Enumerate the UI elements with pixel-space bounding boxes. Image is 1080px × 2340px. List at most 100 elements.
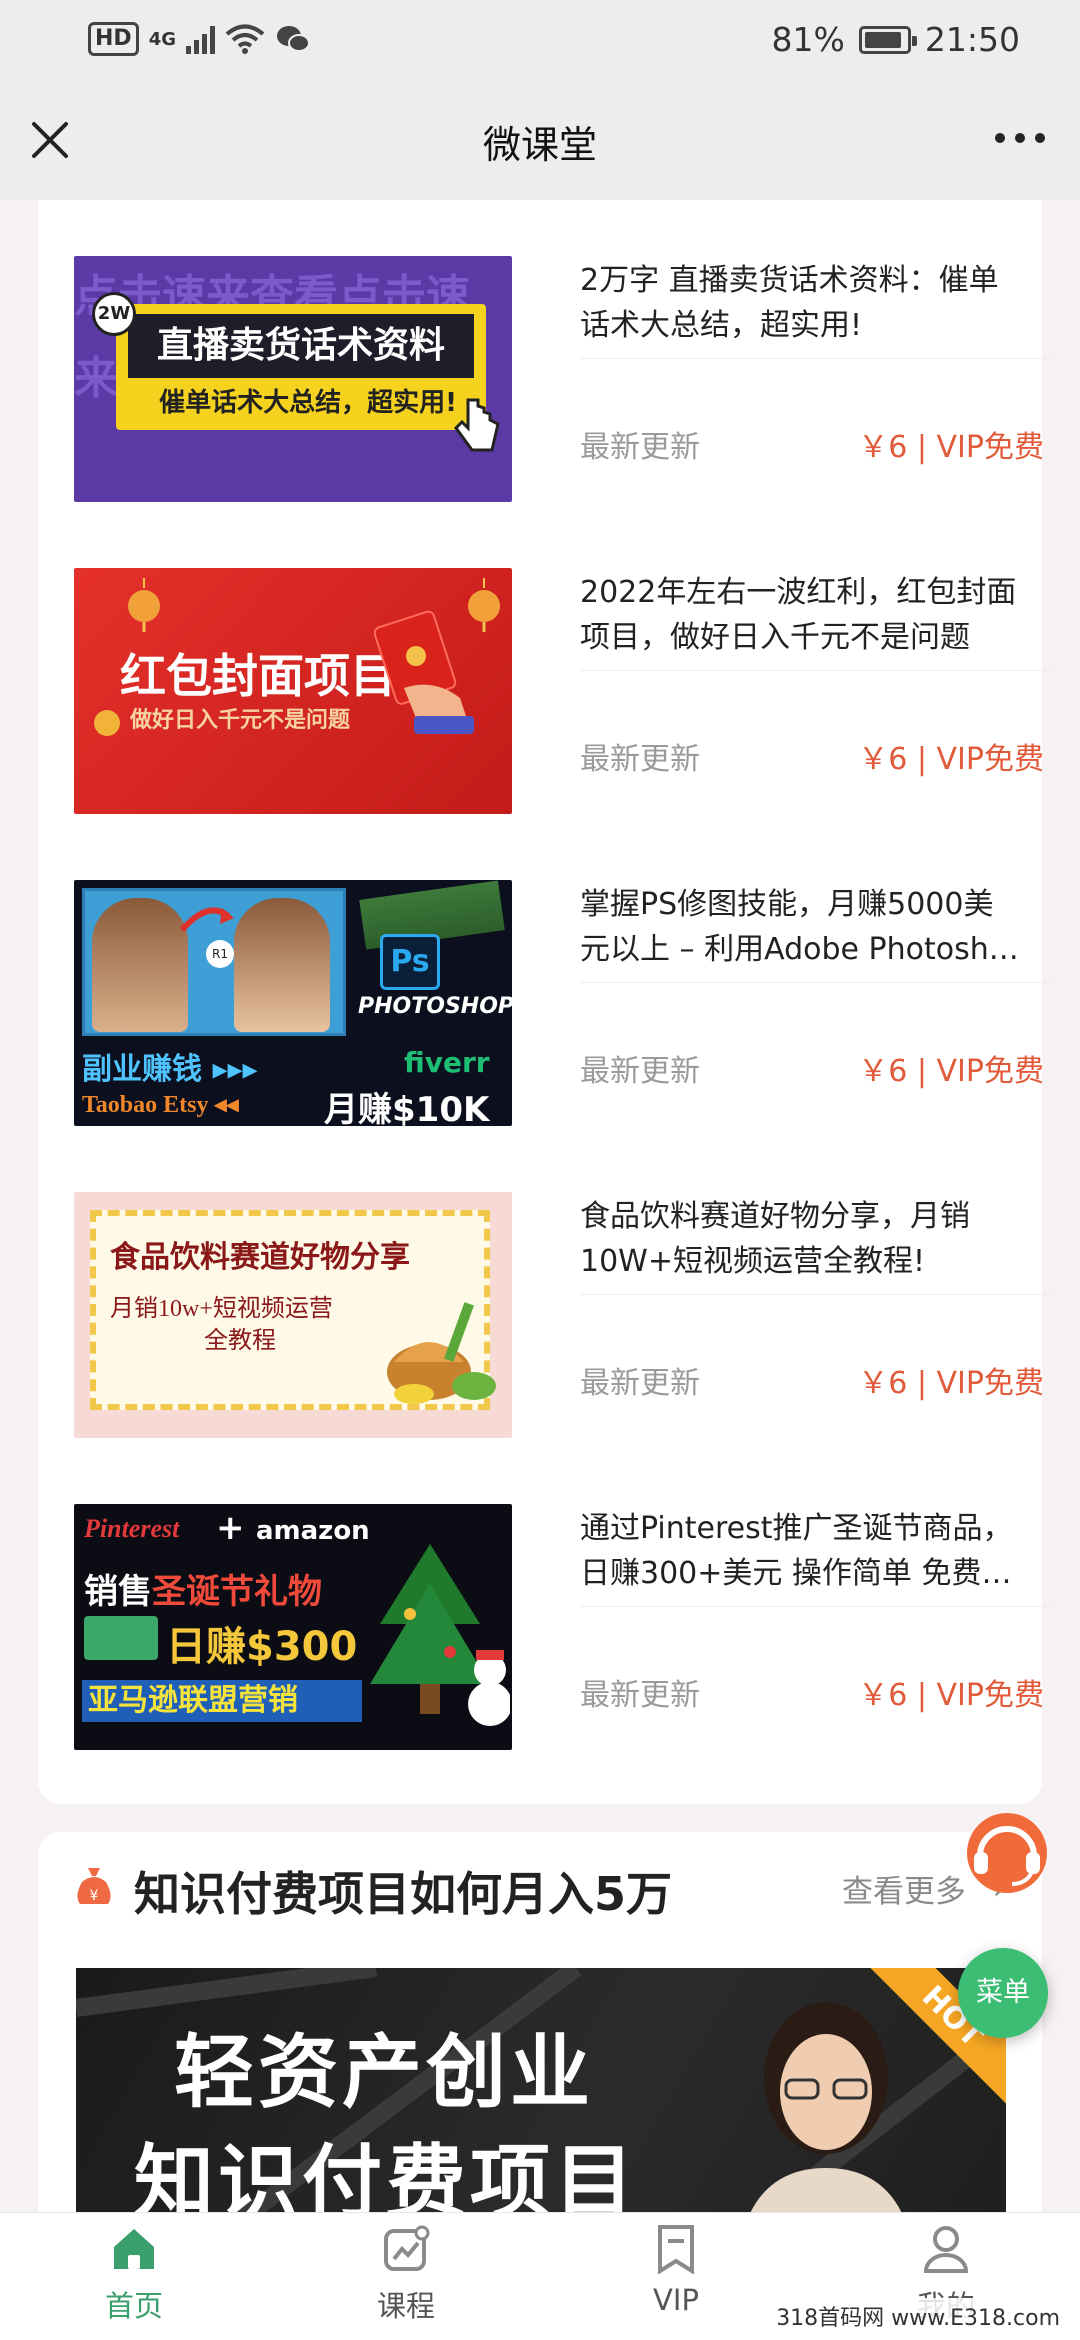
page-title: 微课堂 [482, 123, 597, 167]
view-more-link[interactable]: 查看更多 [842, 1866, 966, 1911]
section-title: 知识付费项目如何月入5万 [134, 1867, 673, 1921]
thumb-line3: 月赚$10K [324, 1090, 490, 1126]
course-thumbnail: 食品饮料赛道好物分享 月销10w+短视频运营 全教程 [74, 1192, 512, 1438]
photo-before [92, 898, 188, 1032]
knowledge-section-card: ¥ 知识付费项目如何月入5万 查看更多 › 轻资产创业 知识付费项目 HOT [38, 1832, 1042, 2212]
divider [580, 670, 1050, 671]
tab-label: 课程 [376, 2289, 435, 2323]
list-item[interactable]: R1 Ps PHOTOSHOP 副业赚钱 ▸▸▸ fiverr Taobao E… [74, 880, 1050, 1130]
red-envelope-icon [374, 610, 474, 734]
course-thumbnail: 红包封面项目 做好日入千元不是问题 [74, 568, 512, 814]
thumb-line2: Taobao Etsy ◂◂ [82, 1092, 239, 1118]
clock: 21:50 [924, 20, 1020, 59]
hand-pointer-icon [454, 398, 500, 452]
bookmark-icon [658, 2225, 694, 2275]
list-item[interactable]: 点击速来查看点击速来查看 直播卖货话术资料 催单话术大总结，超实用! 2W 2万… [74, 256, 1050, 506]
divider [580, 1294, 1050, 1295]
customer-service-icon[interactable] [962, 1808, 1052, 1898]
status-bar: HD 4G 81% 21:50 [0, 0, 1080, 84]
item-price: ￥6 | VIP免费 [858, 1366, 1044, 1401]
banner-line2: 知识付费项目 [134, 2136, 638, 2212]
arrow-right-icon [179, 907, 234, 933]
thumb-line1: 副业赚钱 ▸▸▸ [82, 1052, 258, 1087]
lantern-icon [128, 578, 160, 632]
item-price: ￥6 | VIP免费 [858, 1054, 1044, 1089]
thumb-headline: 红包封面项目 [120, 649, 396, 703]
item-price: ￥6 | VIP免费 [858, 430, 1044, 465]
thumb-line3: 亚马逊联盟营销 [82, 1680, 362, 1722]
signal-icon [186, 24, 215, 54]
item-meta: 最新更新 [580, 1054, 700, 1089]
christmas-tree-icon [370, 1544, 510, 1726]
thumb-subtitle-2: 全教程 [204, 1328, 276, 1354]
tab-vip[interactable]: VIP [606, 2223, 746, 2335]
item-title: 2万字 直播卖货话术资料：催单话术大总结，超实用! [580, 263, 999, 343]
more-icon[interactable] [990, 118, 1050, 158]
course-thumbnail: 点击速来查看点击速来查看 直播卖货话术资料 催单话术大总结，超实用! 2W [74, 256, 512, 502]
network-label: 4G [148, 28, 176, 50]
section-header-partial [78, 200, 108, 210]
list-item[interactable]: Pinterest + amazon 销售圣诞节礼物 日赚$300 亚马逊联盟营… [74, 1504, 1050, 1754]
list-item[interactable]: 红包封面项目 做好日入千元不是问题 2022年左右一波红利，红包封面项目，做好日… [74, 568, 1050, 818]
thumb-subtitle: 月销10w+短视频运营 [110, 1296, 333, 1322]
amazon-logo: amazon [256, 1516, 370, 1546]
watermark: 318首码网 www.E318.com [772, 2298, 1064, 2334]
hd-badge: HD [88, 22, 139, 56]
thumb-line1b: 圣诞节礼物 [152, 1572, 322, 1612]
chart-icon [384, 2225, 430, 2271]
thumb-subtitle: 做好日入千元不是问题 [130, 708, 351, 733]
item-meta: 最新更新 [580, 1366, 700, 1401]
ai-badge: R1 [206, 940, 234, 968]
home-icon [114, 2229, 154, 2269]
floating-menu-button[interactable]: 菜单 [958, 1948, 1048, 2038]
content-scroll[interactable]: 点击速来查看点击速来查看 直播卖货话术资料 催单话术大总结，超实用! 2W 2万… [0, 200, 1080, 2212]
divider [580, 358, 1050, 359]
photoshop-brand: PHOTOSHOP [358, 994, 512, 1019]
item-meta: 最新更新 [580, 742, 700, 777]
thumb-badge: 2W [92, 292, 136, 336]
svg-text:¥: ¥ [90, 1888, 99, 1904]
thumb-headline: 食品饮料赛道好物分享 [110, 1241, 410, 1274]
thumb-subtitle: 催单话术大总结，超实用! [159, 388, 457, 418]
tab-courses[interactable]: 课程 [336, 2223, 476, 2335]
bottom-tab-bar: 首页 课程 VIP 我的 318首码网 www.E318.com [0, 2212, 1080, 2340]
coin-icon [94, 710, 120, 736]
nav-bar: 微课堂 [0, 84, 1080, 200]
featured-banner[interactable]: 轻资产创业 知识付费项目 HOT [76, 1968, 1006, 2212]
item-title: 通过Pinterest推广圣诞节商品，日赚300+美元 操作简单 免费… [580, 1511, 1013, 1591]
item-price: ￥6 | VIP免费 [858, 742, 1044, 777]
divider [580, 1606, 1050, 1607]
item-meta: 最新更新 [580, 430, 700, 465]
battery-percent: 81% [771, 20, 845, 59]
pinterest-logo: Pinterest [84, 1514, 180, 1543]
tab-label: VIP [653, 2283, 699, 2317]
fiverr-logo: fiverr [404, 1046, 490, 1079]
status-left: HD 4G [88, 22, 311, 56]
item-title: 2022年左右一波红利，红包封面项目，做好日入千元不是问题 [580, 575, 1017, 655]
photoshop-logo: Ps [380, 934, 440, 990]
course-thumbnail: R1 Ps PHOTOSHOP 副业赚钱 ▸▸▸ fiverr Taobao E… [74, 880, 512, 1126]
item-price: ￥6 | VIP免费 [858, 1678, 1044, 1713]
money-bag-icon: ¥ [77, 1868, 111, 1904]
item-meta: 最新更新 [580, 1678, 700, 1713]
tab-home[interactable]: 首页 [64, 2223, 204, 2335]
thumb-headline: 直播卖货话术资料 [128, 314, 474, 378]
list-item[interactable]: 食品饮料赛道好物分享 月销10w+短视频运营 全教程 食品饮料赛道好物分享，月销… [74, 1192, 1050, 1442]
photo-after [234, 898, 330, 1032]
course-thumbnail: Pinterest + amazon 销售圣诞节礼物 日赚$300 亚马逊联盟营… [74, 1504, 512, 1750]
thumb-line1a: 销售 [84, 1572, 152, 1612]
plus-sign: + [216, 1508, 245, 1548]
thumb-line2: 日赚$300 [166, 1624, 358, 1670]
user-icon [923, 2226, 969, 2273]
food-basket-icon [387, 1302, 496, 1404]
divider [580, 982, 1050, 983]
cash-icon [84, 1616, 158, 1660]
item-title: 掌握PS修图技能，月赚5000美元以上 – 利用Adobe Photosh… [580, 887, 1019, 967]
status-right: 81% 21:50 [772, 20, 1020, 59]
latest-updates-card: 点击速来查看点击速来查看 直播卖货话术资料 催单话术大总结，超实用! 2W 2万… [38, 200, 1050, 1804]
item-title: 食品饮料赛道好物分享，月销10W+短视频运营全教程! [580, 1199, 970, 1279]
banner-line1: 轻资产创业 [174, 2026, 594, 2119]
tab-label: 首页 [104, 2289, 163, 2323]
wifi-icon [225, 24, 265, 54]
wechat-icon [277, 26, 310, 52]
